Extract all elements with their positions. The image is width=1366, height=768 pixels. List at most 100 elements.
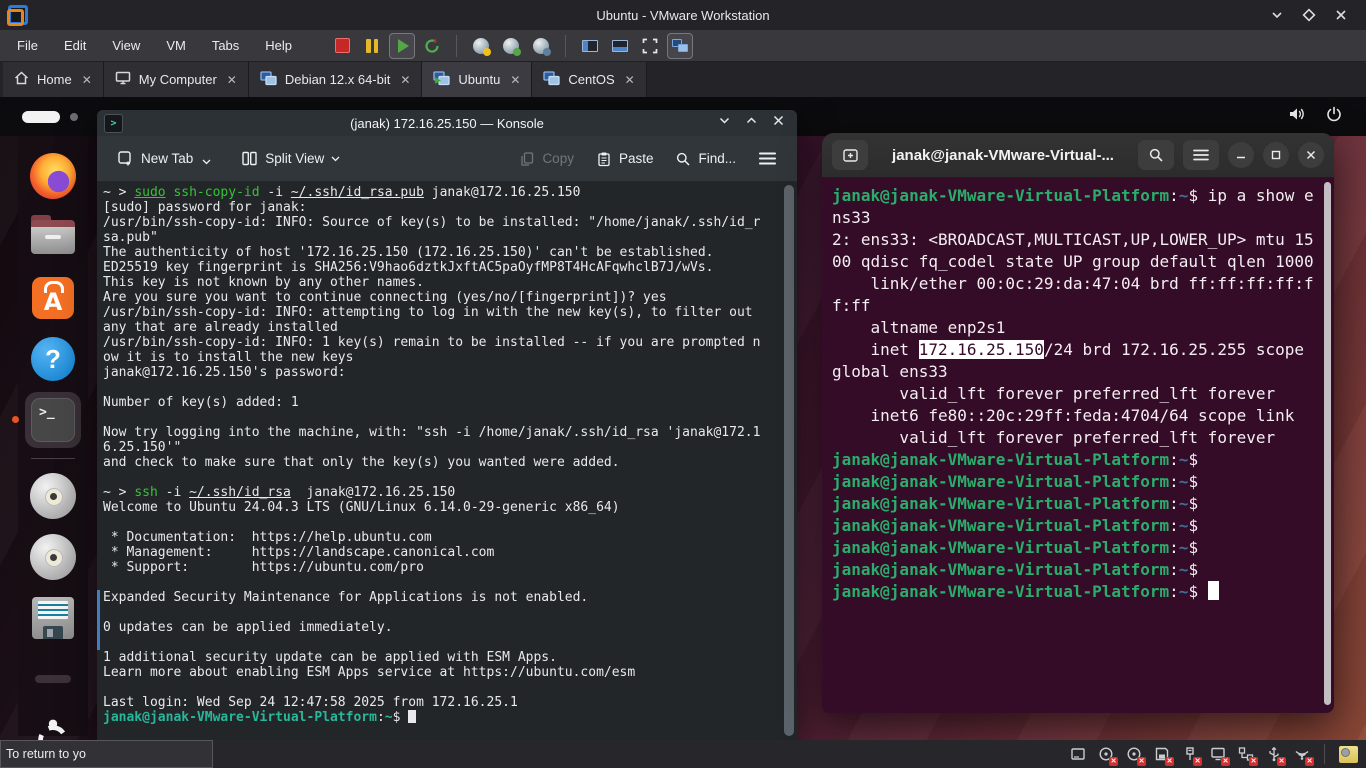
display-device-icon[interactable]: ✕ (1209, 746, 1226, 763)
new-tab-button[interactable]: New Tab (109, 144, 219, 173)
disconnected-badge: ✕ (1305, 757, 1314, 766)
terminal-line: any that are already installed (103, 320, 779, 335)
dock-item-show-apps[interactable] (25, 712, 81, 740)
tab-label: Ubuntu (458, 72, 500, 87)
sound-device-icon[interactable]: ✕ (1293, 746, 1310, 763)
workspace-indicator[interactable] (22, 111, 60, 123)
gnome-terminal-window: janak@janak-VMware-Virtual-... janak@jan… (822, 133, 1334, 713)
konsole-scrollbar[interactable] (784, 185, 794, 736)
terminal-line: janak@janak-VMware-Virtual-Platform:~$ i… (832, 185, 1324, 207)
message-log-icon[interactable] (1339, 746, 1358, 763)
dock-item-floppy[interactable] (25, 590, 81, 646)
tab-label: Home (37, 72, 72, 87)
power-icon[interactable] (1326, 106, 1342, 127)
terminal-line: janak@janak-VMware-Virtual-Platform:~$ (832, 471, 1324, 493)
gnome-terminal-scrollbar[interactable] (1324, 182, 1331, 705)
tab-close-icon[interactable]: ✕ (625, 73, 635, 87)
terminal-line: 1 additional security update can be appl… (103, 650, 779, 665)
terminal-line: link/ether 00:0c:29:da:47:04 brd ff:ff:f… (832, 273, 1324, 295)
copy-button[interactable]: Copy (511, 145, 582, 173)
gnome-terminal-content[interactable]: janak@janak-VMware-Virtual-Platform:~$ i… (822, 178, 1334, 713)
dock-item-help[interactable]: ? (25, 331, 81, 387)
dock-item-disc[interactable] (25, 529, 81, 585)
split-view-button[interactable]: Split View (233, 144, 348, 173)
library-panel-button[interactable] (577, 33, 603, 59)
tab-close-icon[interactable]: ✕ (227, 73, 237, 87)
tab-close-icon[interactable]: ✕ (400, 73, 410, 87)
terminal-line: global ens33 (832, 361, 1324, 383)
menu-edit[interactable]: Edit (53, 33, 97, 58)
snapshot-take-button[interactable] (468, 33, 494, 59)
window-controls (1266, 4, 1366, 26)
snapshot-manager-button[interactable] (528, 33, 554, 59)
terminal-line: 2: ens33: <BROADCAST,MULTICAST,UP,LOWER_… (832, 229, 1324, 251)
usb-controller-device-icon[interactable]: ✕ (1181, 746, 1198, 763)
console-view-button[interactable] (667, 33, 693, 59)
terminal-line: Now try logging into the machine, with: … (103, 425, 779, 440)
tab-home[interactable]: Home ✕ (3, 62, 104, 97)
menu-tabs[interactable]: Tabs (201, 33, 250, 58)
terminal-line (103, 515, 779, 530)
find-button[interactable]: Find... (667, 145, 744, 173)
maximize-icon[interactable] (1298, 4, 1320, 26)
play-button[interactable] (389, 33, 415, 59)
terminal-line: 0 updates can be applied immediately. (103, 620, 779, 635)
terminal-maximize-button[interactable] (1263, 142, 1289, 168)
konsole-terminal[interactable]: ~ > sudo ssh-copy-id -i ~/.ssh/id_rsa.pu… (97, 182, 797, 740)
suspend-button[interactable] (359, 33, 385, 59)
cd-dvd-device-icon[interactable]: ✕ (1125, 746, 1142, 763)
terminal-line: ow it is to install the new keys (103, 350, 779, 365)
hard-disk-device-icon[interactable] (1069, 746, 1086, 763)
tab-debian-12-x-64-bit[interactable]: Debian 12.x 64-bit✕ (249, 62, 423, 97)
tab-close-icon[interactable]: ✕ (510, 73, 520, 87)
power-off-button[interactable] (329, 33, 355, 59)
terminal-line: janak@janak-VMware-Virtual-Platform:~$ (832, 493, 1324, 515)
usb-device-device-icon[interactable]: ✕ (1265, 746, 1282, 763)
terminal-line: The authenticity of host '172.16.25.150 … (103, 245, 779, 260)
dock-item-disc[interactable] (25, 468, 81, 524)
konsole-close-icon[interactable] (772, 114, 785, 132)
snapshot-revert-button[interactable] (498, 33, 524, 59)
hamburger-menu-icon[interactable] (750, 145, 785, 172)
menu-vm[interactable]: VM (155, 33, 197, 58)
close-icon[interactable] (1330, 4, 1352, 26)
terminal-line: 6.25.150'" (103, 440, 779, 455)
dock-item-handle[interactable] (25, 651, 81, 707)
dock-item-firefox[interactable] (25, 148, 81, 204)
minimize-icon[interactable] (1266, 4, 1288, 26)
konsole-minimize-icon[interactable] (718, 114, 731, 132)
dock-item-files[interactable] (25, 209, 81, 265)
volume-icon[interactable] (1288, 106, 1306, 127)
tab-ubuntu[interactable]: Ubuntu ✕ (422, 62, 532, 97)
terminal-close-button[interactable] (1298, 142, 1324, 168)
terminal-line: altname enp2s1 (832, 317, 1324, 339)
konsole-titlebar[interactable]: > (janak) 172.16.25.150 — Konsole (97, 110, 797, 136)
terminal-new-tab-button[interactable] (832, 140, 868, 170)
menu-help[interactable]: Help (254, 33, 303, 58)
terminal-menu-button[interactable] (1183, 140, 1219, 170)
fullscreen-button[interactable] (637, 33, 663, 59)
terminal-line: 00 qdisc fq_codel state UP group default… (832, 251, 1324, 273)
dock-item-app-center[interactable]: A (25, 270, 81, 326)
terminal-line: /usr/bin/ssh-copy-id: INFO: 1 key(s) rem… (103, 335, 779, 350)
gnome-terminal-headerbar[interactable]: janak@janak-VMware-Virtual-... (822, 133, 1334, 178)
vm-display[interactable]: A?>_ > (janak) 172.16.25.150 — Konsole N… (0, 97, 1366, 740)
konsole-maximize-icon[interactable] (745, 114, 758, 132)
floppy-device-icon[interactable]: ✕ (1153, 746, 1170, 763)
menu-view[interactable]: View (101, 33, 151, 58)
tab-close-icon[interactable]: ✕ (82, 73, 92, 87)
terminal-line: Last login: Wed Sep 24 12:47:58 2025 fro… (103, 695, 779, 710)
thumbnail-bar-button[interactable] (607, 33, 633, 59)
dock-item-terminal[interactable]: >_ (25, 392, 81, 448)
terminal-minimize-button[interactable] (1228, 142, 1254, 168)
tab-my-computer[interactable]: My Computer✕ (104, 62, 249, 97)
new-tab-icon (842, 147, 859, 164)
workspace-dot[interactable] (70, 113, 78, 121)
cd-dvd-device-icon[interactable]: ✕ (1097, 746, 1114, 763)
menu-file[interactable]: File (6, 33, 49, 58)
reset-button[interactable] (419, 33, 445, 59)
paste-button[interactable]: Paste (588, 145, 662, 173)
tab-centos[interactable]: CentOS✕ (532, 62, 646, 97)
network-adapter-device-icon[interactable]: ✕ (1237, 746, 1254, 763)
terminal-search-button[interactable] (1138, 140, 1174, 170)
